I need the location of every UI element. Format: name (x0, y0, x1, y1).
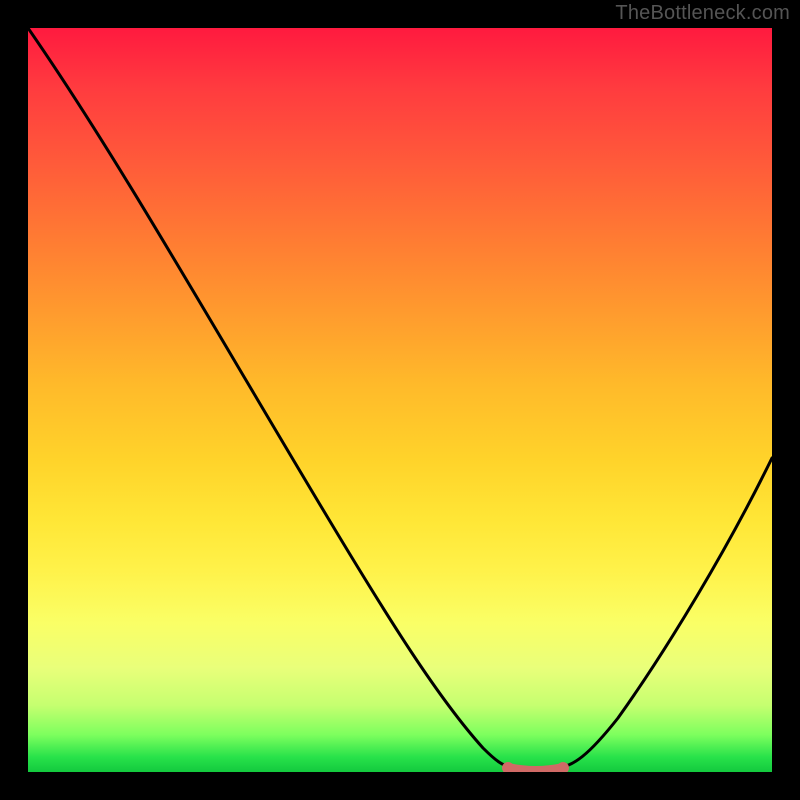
watermark-text: TheBottleneck.com (615, 2, 790, 25)
gradient-background (28, 28, 772, 772)
plot-area (28, 28, 772, 772)
chart-stage: TheBottleneck.com (0, 0, 800, 800)
